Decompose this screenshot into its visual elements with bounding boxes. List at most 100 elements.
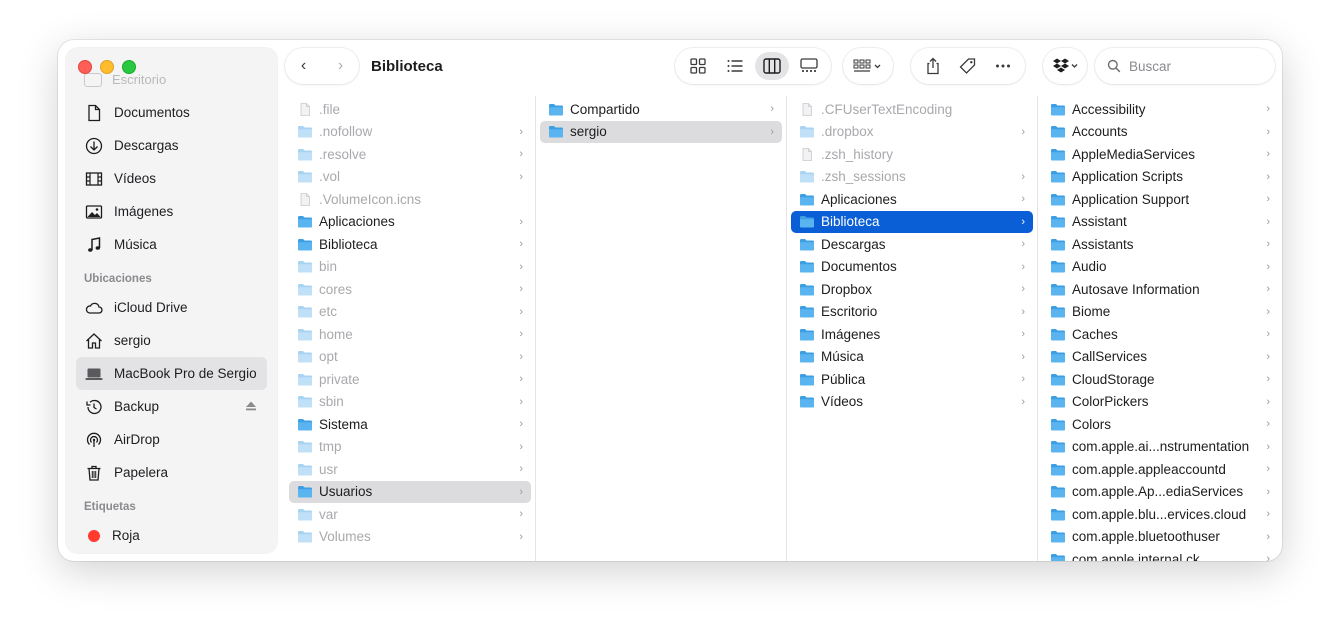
sidebar-item-music[interactable]: Música [76,228,267,261]
more-actions-button[interactable] [986,52,1020,80]
icon-view-button[interactable] [681,52,715,80]
ellipsis-icon [996,64,1011,68]
share-button[interactable] [916,52,950,80]
list-item[interactable]: Biome › [1042,301,1278,324]
search-icon [1107,59,1121,73]
close-button[interactable] [78,60,92,74]
sidebar-item-label: iCloud Drive [114,300,188,315]
list-item[interactable]: Biblioteca › [289,233,531,256]
list-item[interactable]: sbin › [289,391,531,414]
list-item[interactable]: com.apple.bluetoothuser › [1042,526,1278,549]
list-item[interactable]: Pública › [791,368,1033,391]
list-item[interactable]: Colors › [1042,413,1278,436]
list-item[interactable]: Compartido › [540,98,782,121]
list-item[interactable]: CloudStorage › [1042,368,1278,391]
list-item[interactable]: .VolumeIcon.icns [289,188,531,211]
list-item[interactable]: Usuarios › [289,480,531,503]
list-item[interactable]: com.apple.blu...ervices.cloud › [1042,503,1278,526]
list-item[interactable]: Autosave Information › [1042,278,1278,301]
list-item[interactable]: cores › [289,278,531,301]
tag-button[interactable] [951,52,985,80]
list-item[interactable]: Vídeos › [791,391,1033,414]
list-item[interactable]: Volumes › [289,526,531,549]
forward-button[interactable]: › [326,57,356,75]
list-item[interactable]: Accounts › [1042,121,1278,144]
list-item[interactable]: com.apple.ai...nstrumentation › [1042,436,1278,459]
sidebar-item-tag-red[interactable]: Roja [76,519,267,552]
list-item[interactable]: Escritorio › [791,301,1033,324]
zoom-button[interactable] [122,60,136,74]
column-1: .file .nofollow › .resolve › .vol › .VolumeIcon… [285,96,536,561]
list-item[interactable]: .zsh_history [791,143,1033,166]
list-item[interactable]: Application Scripts › [1042,166,1278,189]
list-item[interactable]: var › [289,503,531,526]
list-item[interactable]: .vol › [289,166,531,189]
list-item[interactable]: Audio › [1042,256,1278,279]
list-item[interactable]: etc › [289,301,531,324]
list-item[interactable]: AppleMediaServices › [1042,143,1278,166]
chevron-right-icon: › [1021,373,1025,386]
chevron-right-icon: › [770,125,774,138]
list-view-button[interactable] [718,52,752,80]
list-item[interactable]: Application Support › [1042,188,1278,211]
list-item[interactable]: Aplicaciones › [289,211,531,234]
list-item[interactable]: Sistema › [289,413,531,436]
chevron-right-icon: › [519,215,523,228]
list-item[interactable]: ColorPickers › [1042,391,1278,414]
list-item[interactable]: usr › [289,458,531,481]
sidebar-item-backup[interactable]: Backup [76,390,267,423]
search-field[interactable] [1095,48,1275,84]
minimize-button[interactable] [100,60,114,74]
list-item[interactable]: com.apple.internal.ck › [1042,548,1278,561]
group-by-menu[interactable] [843,48,893,84]
sidebar-item-videos[interactable]: Vídeos [76,162,267,195]
list-item[interactable]: Aplicaciones › [791,188,1033,211]
list-item[interactable]: CallServices › [1042,346,1278,369]
list-item[interactable]: Accessibility › [1042,98,1278,121]
sidebar-item-trash[interactable]: Papelera [76,456,267,489]
list-item[interactable]: bin › [289,256,531,279]
sidebar-item-macbook[interactable]: MacBook Pro de Sergio [76,357,267,390]
search-input[interactable] [1129,58,1259,74]
sidebar-item-airdrop[interactable]: AirDrop [76,423,267,456]
chevron-right-icon: › [519,440,523,453]
list-item[interactable]: Descargas › [791,233,1033,256]
list-item[interactable]: .zsh_sessions › [791,166,1033,189]
list-item[interactable]: .file [289,98,531,121]
chevron-right-icon: › [519,260,523,273]
list-item[interactable]: .dropbox › [791,121,1033,144]
list-item[interactable]: Assistant › [1042,211,1278,234]
folder-icon [799,125,815,138]
sidebar-item-images[interactable]: Imágenes [76,195,267,228]
list-item[interactable]: Documentos › [791,256,1033,279]
list-item[interactable]: opt › [289,346,531,369]
list-item[interactable]: Caches › [1042,323,1278,346]
list-item[interactable]: sergio › [540,120,782,143]
gallery-view-button[interactable] [792,52,826,80]
dropbox-menu[interactable] [1043,48,1087,84]
sidebar-item-documents[interactable]: Documentos [76,96,267,129]
sidebar-item-icloud-drive[interactable]: iCloud Drive [76,291,267,324]
chevron-right-icon: › [1021,238,1025,251]
list-item[interactable]: private › [289,368,531,391]
sidebar-item-desktop[interactable]: Escritorio [84,72,166,87]
list-item[interactable]: Assistants › [1042,233,1278,256]
column-view-button[interactable] [754,52,789,80]
list-item[interactable]: tmp › [289,436,531,459]
sidebar-item-home[interactable]: sergio [76,324,267,357]
list-item[interactable]: Imágenes › [791,323,1033,346]
list-item[interactable]: Música › [791,346,1033,369]
folder-icon [1050,215,1066,228]
list-item[interactable]: Dropbox › [791,278,1033,301]
list-item[interactable]: Biblioteca › [791,210,1033,233]
list-item[interactable]: com.apple.appleaccountd › [1042,458,1278,481]
chevron-right-icon: › [1266,238,1270,251]
list-item[interactable]: .CFUserTextEncoding [791,98,1033,121]
sidebar-item-downloads[interactable]: Descargas [76,129,267,162]
list-item[interactable]: .nofollow › [289,121,531,144]
back-button[interactable]: ‹ [289,57,319,75]
eject-icon[interactable] [245,400,257,415]
list-item[interactable]: com.apple.Ap...ediaServices › [1042,481,1278,504]
list-item[interactable]: .resolve › [289,143,531,166]
list-item[interactable]: home › [289,323,531,346]
